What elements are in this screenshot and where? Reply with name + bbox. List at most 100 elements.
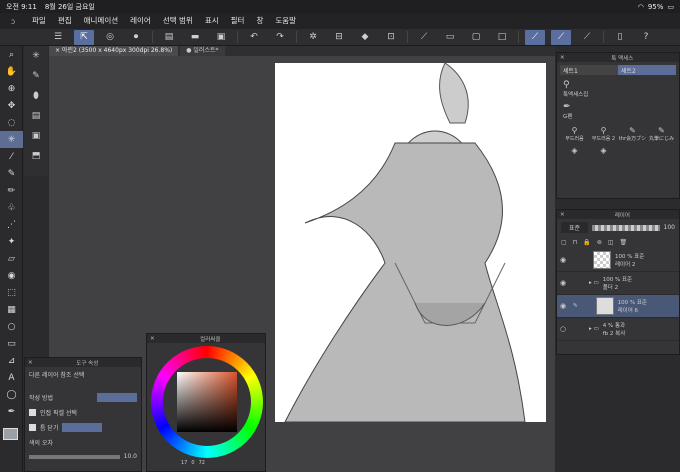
stabilize-icon[interactable]: ⟋	[525, 29, 545, 45]
sv-square[interactable]	[177, 372, 237, 432]
s-value[interactable]: 0	[191, 460, 194, 466]
subtool-export-icon[interactable]: ⬒	[24, 146, 48, 166]
mode-buttons[interactable]	[97, 393, 137, 402]
close-icon[interactable]: ✕	[28, 360, 33, 366]
decoration-icon[interactable]: ✦	[0, 233, 23, 250]
lock-icon[interactable]: 🔒	[583, 239, 590, 246]
eye-icon[interactable]: ○	[557, 325, 569, 333]
reference-icon[interactable]: ⊚	[597, 239, 602, 246]
layer-row[interactable]: ◉ 100 % 표준 레이어 2	[557, 249, 679, 272]
zoom-icon[interactable]: ⌕	[0, 46, 23, 63]
undo-icon[interactable]: ↶	[244, 30, 264, 45]
reference-mode[interactable]: 다른 레이어 참조 선택	[29, 370, 84, 379]
fill-bucket-icon[interactable]: ⬚	[0, 284, 23, 301]
eye-icon[interactable]: ◉	[557, 279, 569, 287]
subtool-frame-icon[interactable]: ▣	[24, 126, 48, 146]
subtool-drop-icon[interactable]: ⬮	[24, 86, 48, 106]
tab-set1[interactable]: 세트1	[560, 65, 618, 75]
open-folder-icon[interactable]: ▬	[185, 30, 205, 45]
delete-icon[interactable]: 🗑	[620, 239, 628, 246]
tab-document-1[interactable]: × 아린2 (3500 x 4640px 300dpi 26.8%)	[49, 46, 179, 56]
pen-settings-icon[interactable]: ⟋	[577, 30, 597, 45]
close-icon[interactable]: ✕	[560, 212, 565, 218]
pencil-icon[interactable]: ✏	[0, 182, 23, 199]
brush-soft[interactable]: ⚲ 부드러움	[561, 126, 589, 142]
menu-edit[interactable]: 편집	[52, 13, 78, 29]
layer-row[interactable]: ○ ▸ ▭ 4 % 통과 fb 2 복사	[557, 318, 679, 341]
frame-icon[interactable]: ▭	[0, 335, 23, 352]
subtool-layer-icon[interactable]: ▤	[24, 106, 48, 126]
h-value[interactable]: 17	[181, 460, 187, 466]
redo-icon[interactable]: ↷	[270, 30, 290, 45]
brush-icon[interactable]: ♧	[0, 199, 23, 216]
menu-selection[interactable]: 선택 범위	[157, 13, 199, 29]
deselect-icon[interactable]: ✲	[303, 30, 323, 45]
tolerance-slider[interactable]	[29, 454, 120, 459]
airbrush-icon[interactable]: ⋰	[0, 216, 23, 233]
menu-help[interactable]: 도움말	[269, 13, 302, 29]
balloon-icon[interactable]: ◯	[0, 386, 23, 403]
new-layer-icon[interactable]: ▢	[561, 239, 567, 246]
layer-row[interactable]: ◉ ▸ ▭ 100 % 표준 폴더 2	[557, 272, 679, 295]
opacity-slider[interactable]	[592, 224, 660, 231]
gap-checkbox[interactable]	[29, 424, 36, 431]
fill-icon[interactable]: ◆	[355, 30, 375, 45]
main-color-swatch[interactable]	[3, 428, 18, 440]
tab-set2[interactable]: 세트2	[618, 65, 676, 75]
save-icon[interactable]: ▣	[211, 30, 231, 45]
brush-4[interactable]: ✎ 丸筆にじみ	[648, 126, 676, 142]
hand-icon[interactable]: ✋	[0, 63, 23, 80]
vector-snap-icon[interactable]: ⟋	[551, 29, 571, 45]
menu-layer[interactable]: 레이어	[124, 13, 157, 29]
text-icon[interactable]: A	[0, 369, 23, 386]
lasso-icon[interactable]: ◌	[0, 114, 23, 131]
gradient-icon[interactable]: ▦	[0, 301, 23, 318]
magic-wand-icon[interactable]: ✳	[0, 131, 23, 148]
gap-slider[interactable]	[62, 423, 103, 432]
quick-access-icon[interactable]: ⇱	[74, 29, 94, 45]
figure-icon[interactable]: ○	[0, 318, 23, 335]
menu-filter[interactable]: 필터	[225, 13, 251, 29]
operation-icon[interactable]: ⊕	[0, 80, 23, 97]
v-value[interactable]: 72	[199, 460, 205, 466]
ruler-tool-icon[interactable]: ⊿	[0, 352, 23, 369]
mask-icon[interactable]: ◫	[608, 239, 614, 246]
pen-icon[interactable]: ✎	[0, 165, 23, 182]
clear-icon[interactable]: ⊟	[329, 30, 349, 45]
guide-icon[interactable]: □	[492, 30, 512, 45]
blend-icon[interactable]: ◉	[0, 267, 23, 284]
app-logo-icon[interactable]: ↄ	[0, 17, 26, 26]
close-icon[interactable]: ✕	[150, 336, 155, 342]
brush-3[interactable]: ✎ thr会万ブシ	[619, 126, 647, 142]
eyedropper-icon[interactable]: ⁄	[0, 148, 23, 165]
canvas-page[interactable]	[275, 63, 546, 422]
color-wheel[interactable]	[151, 346, 263, 458]
eraser-icon[interactable]: ◈	[561, 146, 589, 155]
eye-icon[interactable]: ◉	[557, 302, 569, 310]
device-icon[interactable]: ▯	[610, 30, 630, 45]
menu-file[interactable]: 파일	[26, 13, 52, 29]
menu-animation[interactable]: 애니메이션	[78, 13, 125, 29]
close-icon[interactable]: ✕	[560, 55, 565, 61]
ruler-icon[interactable]: ▭	[440, 30, 460, 45]
menu-window[interactable]: 창	[250, 13, 269, 29]
gpen-item[interactable]: ✒ G펜	[557, 100, 679, 122]
adjacent-checkbox[interactable]	[29, 409, 36, 416]
menu-toggle-icon[interactable]: ☰	[48, 30, 68, 45]
help-icon[interactable]: ?	[636, 30, 656, 45]
grid-icon[interactable]: ▢	[466, 30, 486, 45]
tab-document-2[interactable]: ● 일러스트*	[180, 46, 225, 56]
opacity-value[interactable]: 100	[664, 224, 675, 231]
layer-row[interactable]: ◉ ✎ 100 % 표준 레이어 6	[557, 295, 679, 318]
menu-view[interactable]: 표시	[199, 13, 225, 29]
quick-access-item[interactable]: ⚲ 툭액세스집	[557, 78, 679, 100]
eye-icon[interactable]: ◉	[557, 256, 569, 264]
snap-icon[interactable]: ⟋	[414, 30, 434, 45]
transform-icon[interactable]: ⊡	[381, 30, 401, 45]
correct-line-icon[interactable]: ✒	[0, 403, 23, 420]
blend-mode-select[interactable]: 표준	[561, 222, 589, 233]
new-file-icon[interactable]: ▤	[159, 30, 179, 45]
subtool-wand-icon[interactable]: ✳	[24, 46, 48, 66]
clip-icon[interactable]: ⊓	[573, 239, 578, 246]
clip-studio-icon[interactable]: ◎	[100, 30, 120, 45]
